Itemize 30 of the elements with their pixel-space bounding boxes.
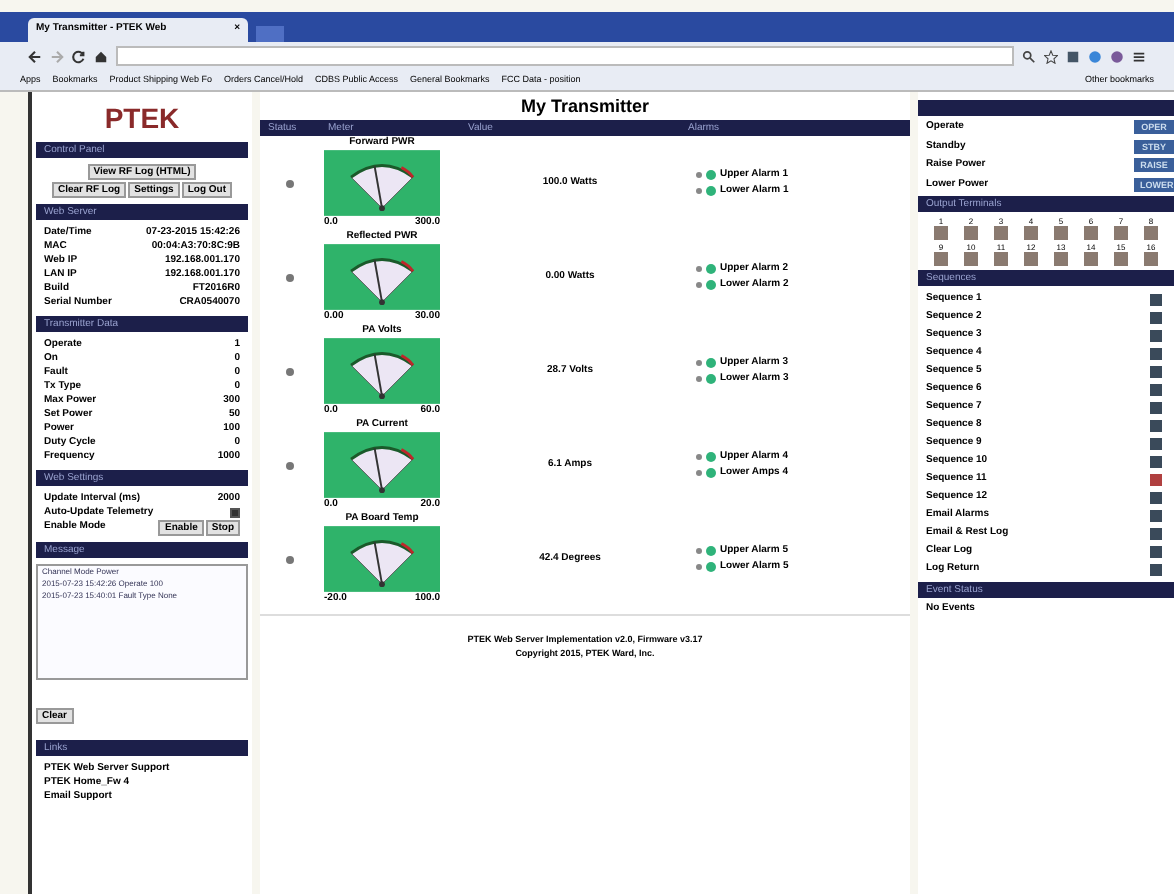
checkbox[interactable] [1150, 311, 1162, 323]
reload-icon[interactable] [72, 49, 86, 63]
checkbox[interactable] [1150, 527, 1162, 539]
checkbox[interactable] [1150, 455, 1162, 467]
gauge-drawing [324, 338, 440, 404]
gauge-drawing [324, 244, 440, 310]
home-icon[interactable] [94, 49, 108, 63]
checkbox[interactable] [1150, 347, 1162, 359]
gauge-drawing [324, 526, 440, 592]
gauge-drawing [324, 150, 440, 216]
logo: PTEK [102, 100, 182, 136]
checkbox[interactable] [1150, 293, 1162, 305]
checkbox[interactable] [1150, 473, 1162, 485]
checkbox[interactable] [1150, 563, 1162, 575]
search-icon[interactable] [1022, 49, 1036, 63]
star-icon[interactable] [1044, 49, 1058, 63]
checkbox[interactable] [1150, 329, 1162, 341]
checkbox[interactable] [1150, 383, 1162, 395]
page-title: My Transmitter [518, 94, 652, 120]
checkbox[interactable] [1150, 509, 1162, 521]
checkbox[interactable] [1150, 437, 1162, 449]
checkbox[interactable] [1150, 401, 1162, 413]
menu-icon[interactable] [1132, 49, 1146, 63]
checkbox[interactable] [1150, 491, 1162, 503]
back-icon[interactable] [28, 49, 42, 63]
checkbox[interactable] [1150, 545, 1162, 557]
checkbox[interactable] [230, 508, 240, 518]
gauge-drawing [324, 432, 440, 498]
checkbox[interactable] [1150, 365, 1162, 377]
checkbox[interactable] [1150, 419, 1162, 431]
